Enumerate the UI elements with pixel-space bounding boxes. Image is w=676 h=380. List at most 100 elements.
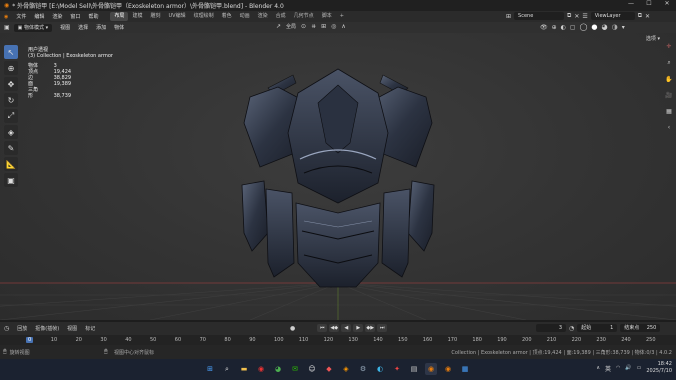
proportional-edit-icon[interactable]: ◎ bbox=[331, 23, 336, 30]
xray-icon[interactable]: ▢ bbox=[570, 24, 576, 31]
new-scene-icon[interactable]: ⧉ bbox=[567, 12, 571, 20]
minimize-button[interactable]: — bbox=[622, 0, 640, 7]
shading-solid-icon[interactable]: ● bbox=[591, 23, 597, 31]
view-layer-selector[interactable]: ViewLayer bbox=[590, 12, 635, 20]
wifi-icon[interactable]: ◠ bbox=[616, 365, 620, 371]
menu-keying[interactable]: 抠像(插帧) bbox=[31, 325, 63, 332]
menu-timeline-view[interactable]: 视图 bbox=[63, 325, 81, 332]
workspace-tab-scripting[interactable]: 脚本 bbox=[318, 12, 336, 21]
blender-taskbar-icon-2[interactable]: ◉ bbox=[442, 363, 454, 375]
options-dropdown[interactable]: 选项 ▾ bbox=[646, 35, 660, 42]
pivot-point-icon[interactable]: ⊙ bbox=[301, 23, 306, 30]
overlay-icon[interactable]: ◐ bbox=[561, 24, 566, 31]
menu-object[interactable]: 物体 bbox=[110, 24, 128, 31]
editor-type-icon[interactable]: ▣ bbox=[0, 24, 14, 31]
menu-add[interactable]: 添加 bbox=[92, 24, 110, 31]
shading-rendered-icon[interactable]: ◑ bbox=[612, 23, 618, 31]
menu-help[interactable]: 帮助 bbox=[84, 13, 102, 20]
tray-expand-icon[interactable]: ∧ bbox=[596, 365, 600, 371]
workspace-tab-compositing[interactable]: 合成 bbox=[272, 12, 290, 21]
file-explorer-icon[interactable]: ▬ bbox=[238, 363, 250, 375]
menu-marker[interactable]: 标记 bbox=[81, 325, 99, 332]
qq-icon[interactable]: ☺ bbox=[306, 363, 318, 375]
windows-start-icon[interactable]: ⊞ bbox=[204, 363, 216, 375]
app-icon-3[interactable]: ✦ bbox=[391, 363, 403, 375]
workspace-tab-modeling[interactable]: 建模 bbox=[128, 12, 146, 21]
gizmo-icon[interactable]: ⊕ bbox=[552, 24, 557, 31]
edge-icon[interactable]: ◐ bbox=[374, 363, 386, 375]
close-button[interactable]: ✕ bbox=[658, 0, 676, 7]
preview-range-icon[interactable]: ◔ bbox=[569, 325, 574, 332]
shading-options-icon[interactable]: ▾ bbox=[622, 24, 625, 31]
axis-gizmo-icon[interactable]: ✛ bbox=[666, 43, 671, 50]
shading-material-icon[interactable]: ◕ bbox=[602, 23, 608, 31]
snap-target-icon[interactable]: ⊞ bbox=[321, 23, 326, 30]
jump-end-button[interactable]: ⏭ bbox=[377, 324, 388, 332]
falloff-icon[interactable]: ∧ bbox=[341, 23, 345, 30]
timeline-ruler[interactable]: 0 10 20 30 40 50 60 70 80 90 100 110 120 130 140 150 160… bbox=[0, 335, 676, 345]
play-button[interactable]: ▶ bbox=[353, 324, 364, 332]
current-frame-field[interactable]: 3 bbox=[536, 324, 566, 332]
timeline-editor-icon[interactable]: ◷ bbox=[0, 325, 13, 332]
app-icon-2[interactable]: ◈ bbox=[340, 363, 352, 375]
play-reverse-button[interactable]: ◀ bbox=[341, 324, 352, 332]
camera-view-icon[interactable]: 🎥 bbox=[665, 92, 672, 99]
exoskeleton-armor-model[interactable] bbox=[238, 63, 438, 293]
netease-music-icon[interactable]: ◉ bbox=[255, 363, 267, 375]
mode-selector[interactable]: ▣ 物体模式 ▾ bbox=[13, 23, 53, 32]
menu-render[interactable]: 渲染 bbox=[48, 13, 66, 20]
battery-icon[interactable]: ▭ bbox=[637, 365, 642, 371]
ime-lang-indicator[interactable]: 英 bbox=[605, 364, 611, 373]
blender-menu-icon[interactable]: ◉ bbox=[0, 14, 12, 20]
search-icon[interactable]: ⌕ bbox=[221, 363, 233, 375]
workspace-tab-geometry-nodes[interactable]: 几何节点 bbox=[290, 12, 318, 21]
frame-start-field[interactable]: 起始 1 bbox=[577, 324, 618, 332]
menu-view[interactable]: 视图 bbox=[56, 24, 74, 31]
transform-orientation-selector[interactable]: 全局 bbox=[286, 23, 296, 30]
volume-icon[interactable]: 🔊 bbox=[625, 365, 631, 371]
select-box-icon[interactable]: ↖ bbox=[4, 45, 18, 59]
wechat-icon[interactable]: ✉ bbox=[289, 363, 301, 375]
workspace-tab-sculpting[interactable]: 雕刻 bbox=[146, 12, 164, 21]
menu-edit[interactable]: 编辑 bbox=[30, 13, 48, 20]
steam-icon[interactable]: ⚙ bbox=[357, 363, 369, 375]
measure-icon[interactable]: 📐 bbox=[4, 157, 18, 171]
frame-end-field[interactable]: 结束点 250 bbox=[620, 324, 661, 332]
jump-start-button[interactable]: ⏮ bbox=[317, 324, 328, 332]
menu-playback[interactable]: 回放 bbox=[13, 325, 31, 332]
annotate-icon[interactable]: ✎ bbox=[4, 141, 18, 155]
zoom-icon[interactable]: ⌕ bbox=[667, 59, 670, 67]
scale-icon[interactable]: ⤢ bbox=[4, 109, 18, 123]
record-button[interactable]: ● bbox=[290, 325, 295, 332]
visibility-icon[interactable]: 👁 bbox=[540, 24, 548, 31]
add-workspace-button[interactable]: + bbox=[336, 12, 348, 21]
expand-sidebar-icon[interactable]: ‹ bbox=[668, 124, 670, 131]
workspace-tab-uv-editing[interactable]: UV编辑 bbox=[165, 12, 190, 21]
menu-select[interactable]: 选择 bbox=[74, 24, 92, 31]
app-icon-1[interactable]: ◆ bbox=[323, 363, 335, 375]
delete-view-layer-icon[interactable]: ✕ bbox=[645, 13, 650, 20]
delete-scene-icon[interactable]: ✕ bbox=[574, 13, 579, 20]
clock[interactable]: 18:42 2025/7/10 bbox=[646, 361, 672, 375]
blender-taskbar-icon[interactable]: ◉ bbox=[425, 363, 437, 375]
new-view-layer-icon[interactable]: ⧉ bbox=[638, 12, 642, 20]
perspective-toggle-icon[interactable]: ▦ bbox=[666, 108, 672, 115]
add-cube-icon[interactable]: ▣ bbox=[4, 173, 18, 187]
maximize-button[interactable]: ☐ bbox=[640, 0, 658, 7]
next-keyframe-button[interactable]: ◆▶ bbox=[365, 324, 376, 332]
workspace-tab-rendering[interactable]: 渲染 bbox=[254, 12, 272, 21]
move-icon[interactable]: ✥ bbox=[4, 77, 18, 91]
cursor-icon[interactable]: ⊕ bbox=[4, 61, 18, 75]
menu-window[interactable]: 窗口 bbox=[66, 13, 84, 20]
prev-keyframe-button[interactable]: ◀◆ bbox=[329, 324, 340, 332]
rotate-icon[interactable]: ↻ bbox=[4, 93, 18, 107]
workspace-tab-layout[interactable]: 布局 bbox=[110, 12, 129, 21]
3d-viewport[interactable]: ↖ ⊕ ✥ ↻ ⤢ ◈ ✎ 📐 ▣ 用户透视 (3) Collection | … bbox=[0, 33, 676, 320]
app-icon-5[interactable]: ▦ bbox=[459, 363, 471, 375]
menu-file[interactable]: 文件 bbox=[12, 13, 30, 20]
workspace-tab-texture-paint[interactable]: 纹理绘制 bbox=[190, 12, 218, 21]
app-icon-4[interactable]: ▤ bbox=[408, 363, 420, 375]
snap-icon[interactable]: ⧺ bbox=[311, 23, 316, 30]
pan-icon[interactable]: ✋ bbox=[665, 76, 672, 83]
workspace-tab-animation[interactable]: 动画 bbox=[236, 12, 254, 21]
